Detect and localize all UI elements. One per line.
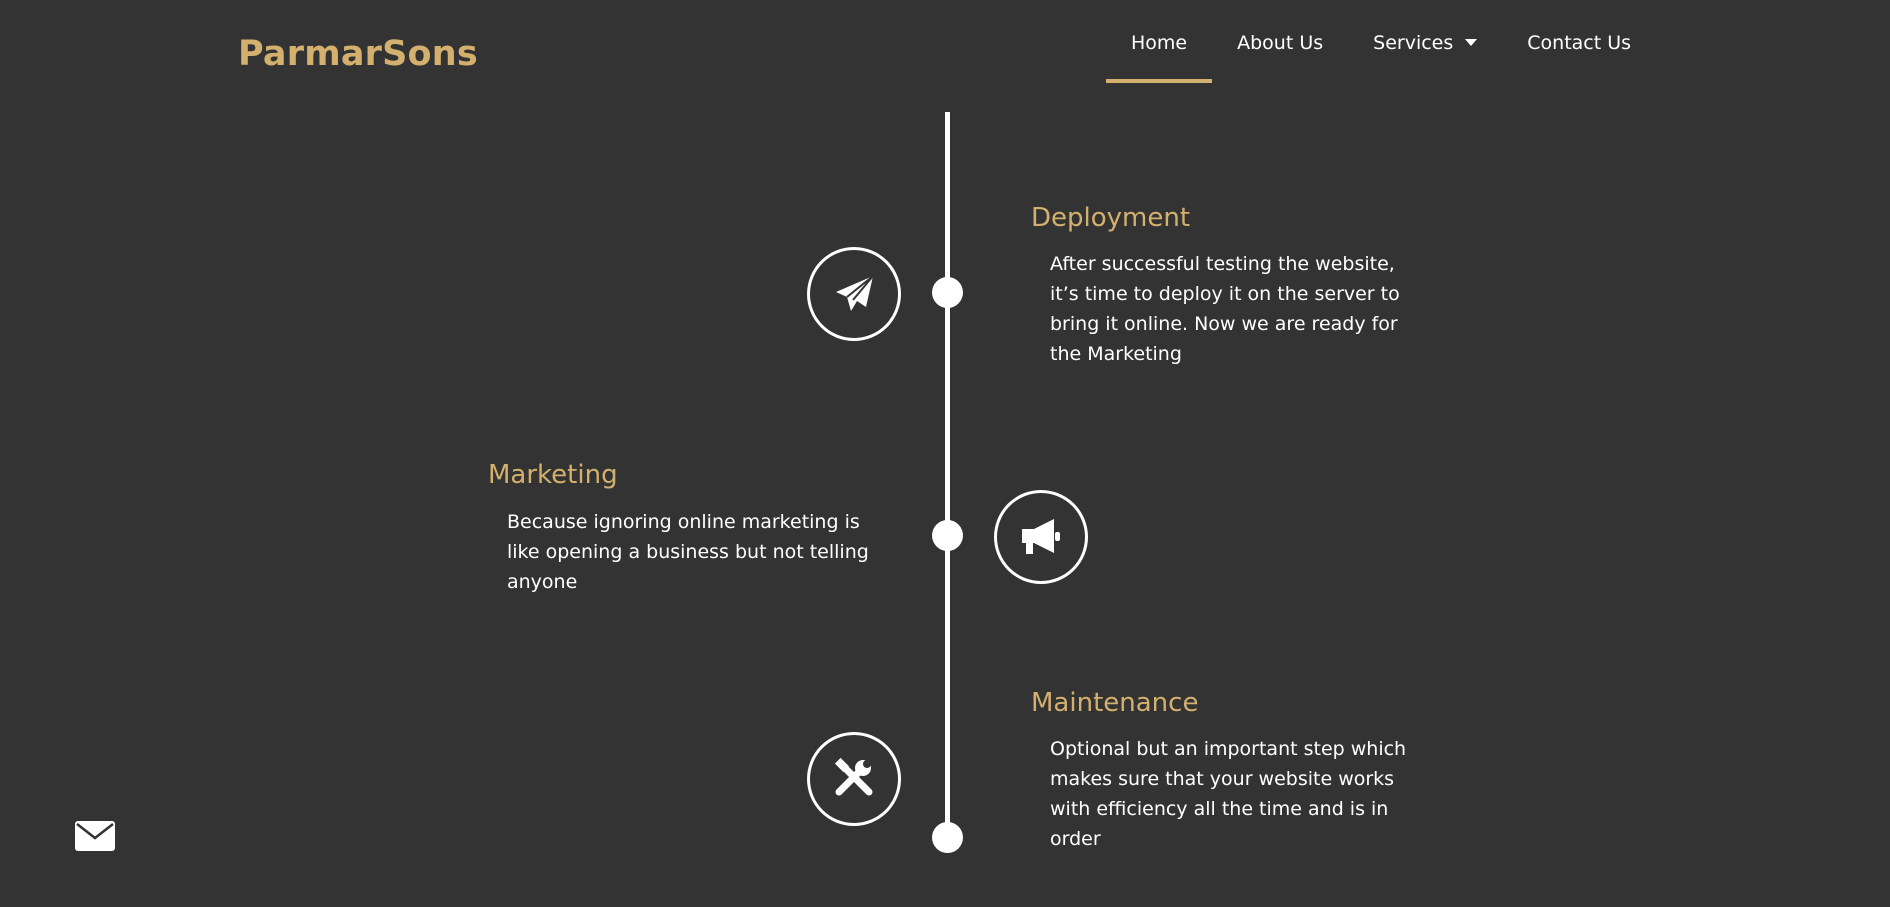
megaphone-icon [994,490,1088,584]
timeline-dot [932,822,963,853]
tools-icon [807,732,901,826]
page: ParmarSons Home About Us Services Contac… [0,0,1890,907]
nav-item-contact-us[interactable]: Contact Us [1502,0,1656,85]
timeline-dot [932,520,963,551]
timeline-dot [932,277,963,308]
step-title-marketing: Marketing [488,460,618,490]
nav-item-label: Home [1131,31,1188,54]
nav-item-home[interactable]: Home [1106,0,1213,85]
step-text-deployment: After successful testing the website, it… [1050,253,1400,365]
site-logo[interactable]: ParmarSons [238,34,478,74]
nav-item-about-us[interactable]: About Us [1212,0,1348,85]
paper-plane-icon [807,247,901,341]
nav-item-label: Services [1373,31,1454,54]
nav-item-services[interactable]: Services [1348,0,1502,85]
chevron-down-icon [1465,39,1478,46]
step-title-deployment: Deployment [1031,203,1191,233]
envelope-icon[interactable] [75,821,115,851]
timeline-line [945,112,950,839]
nav-item-label: Contact Us [1527,31,1632,54]
step-text-marketing: Because ignoring online marketing is lik… [507,511,869,593]
step-text-maintenance: Optional but an important step which mak… [1050,738,1407,850]
nav-item-label: About Us [1237,31,1324,54]
main-nav: Home About Us Services Contact Us [1106,0,1656,85]
step-title-maintenance: Maintenance [1031,688,1199,718]
